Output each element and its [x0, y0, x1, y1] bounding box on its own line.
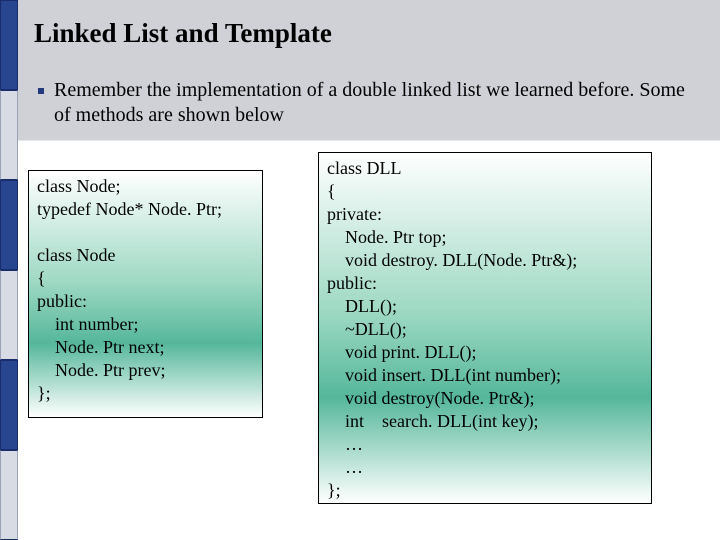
- code-box-node: class Node; typedef Node* Node. Ptr; cla…: [28, 170, 263, 418]
- bullet-item: Remember the implementation of a double …: [38, 78, 690, 128]
- code-box-dll: class DLL { private: Node. Ptr top; void…: [318, 152, 652, 504]
- slide-title: Linked List and Template: [34, 18, 332, 49]
- decorative-left-bar: [0, 0, 18, 540]
- slide: Linked List and Template Remember the im…: [0, 0, 720, 540]
- bullet-text: Remember the implementation of a double …: [54, 78, 690, 128]
- bullet-icon: [38, 88, 44, 94]
